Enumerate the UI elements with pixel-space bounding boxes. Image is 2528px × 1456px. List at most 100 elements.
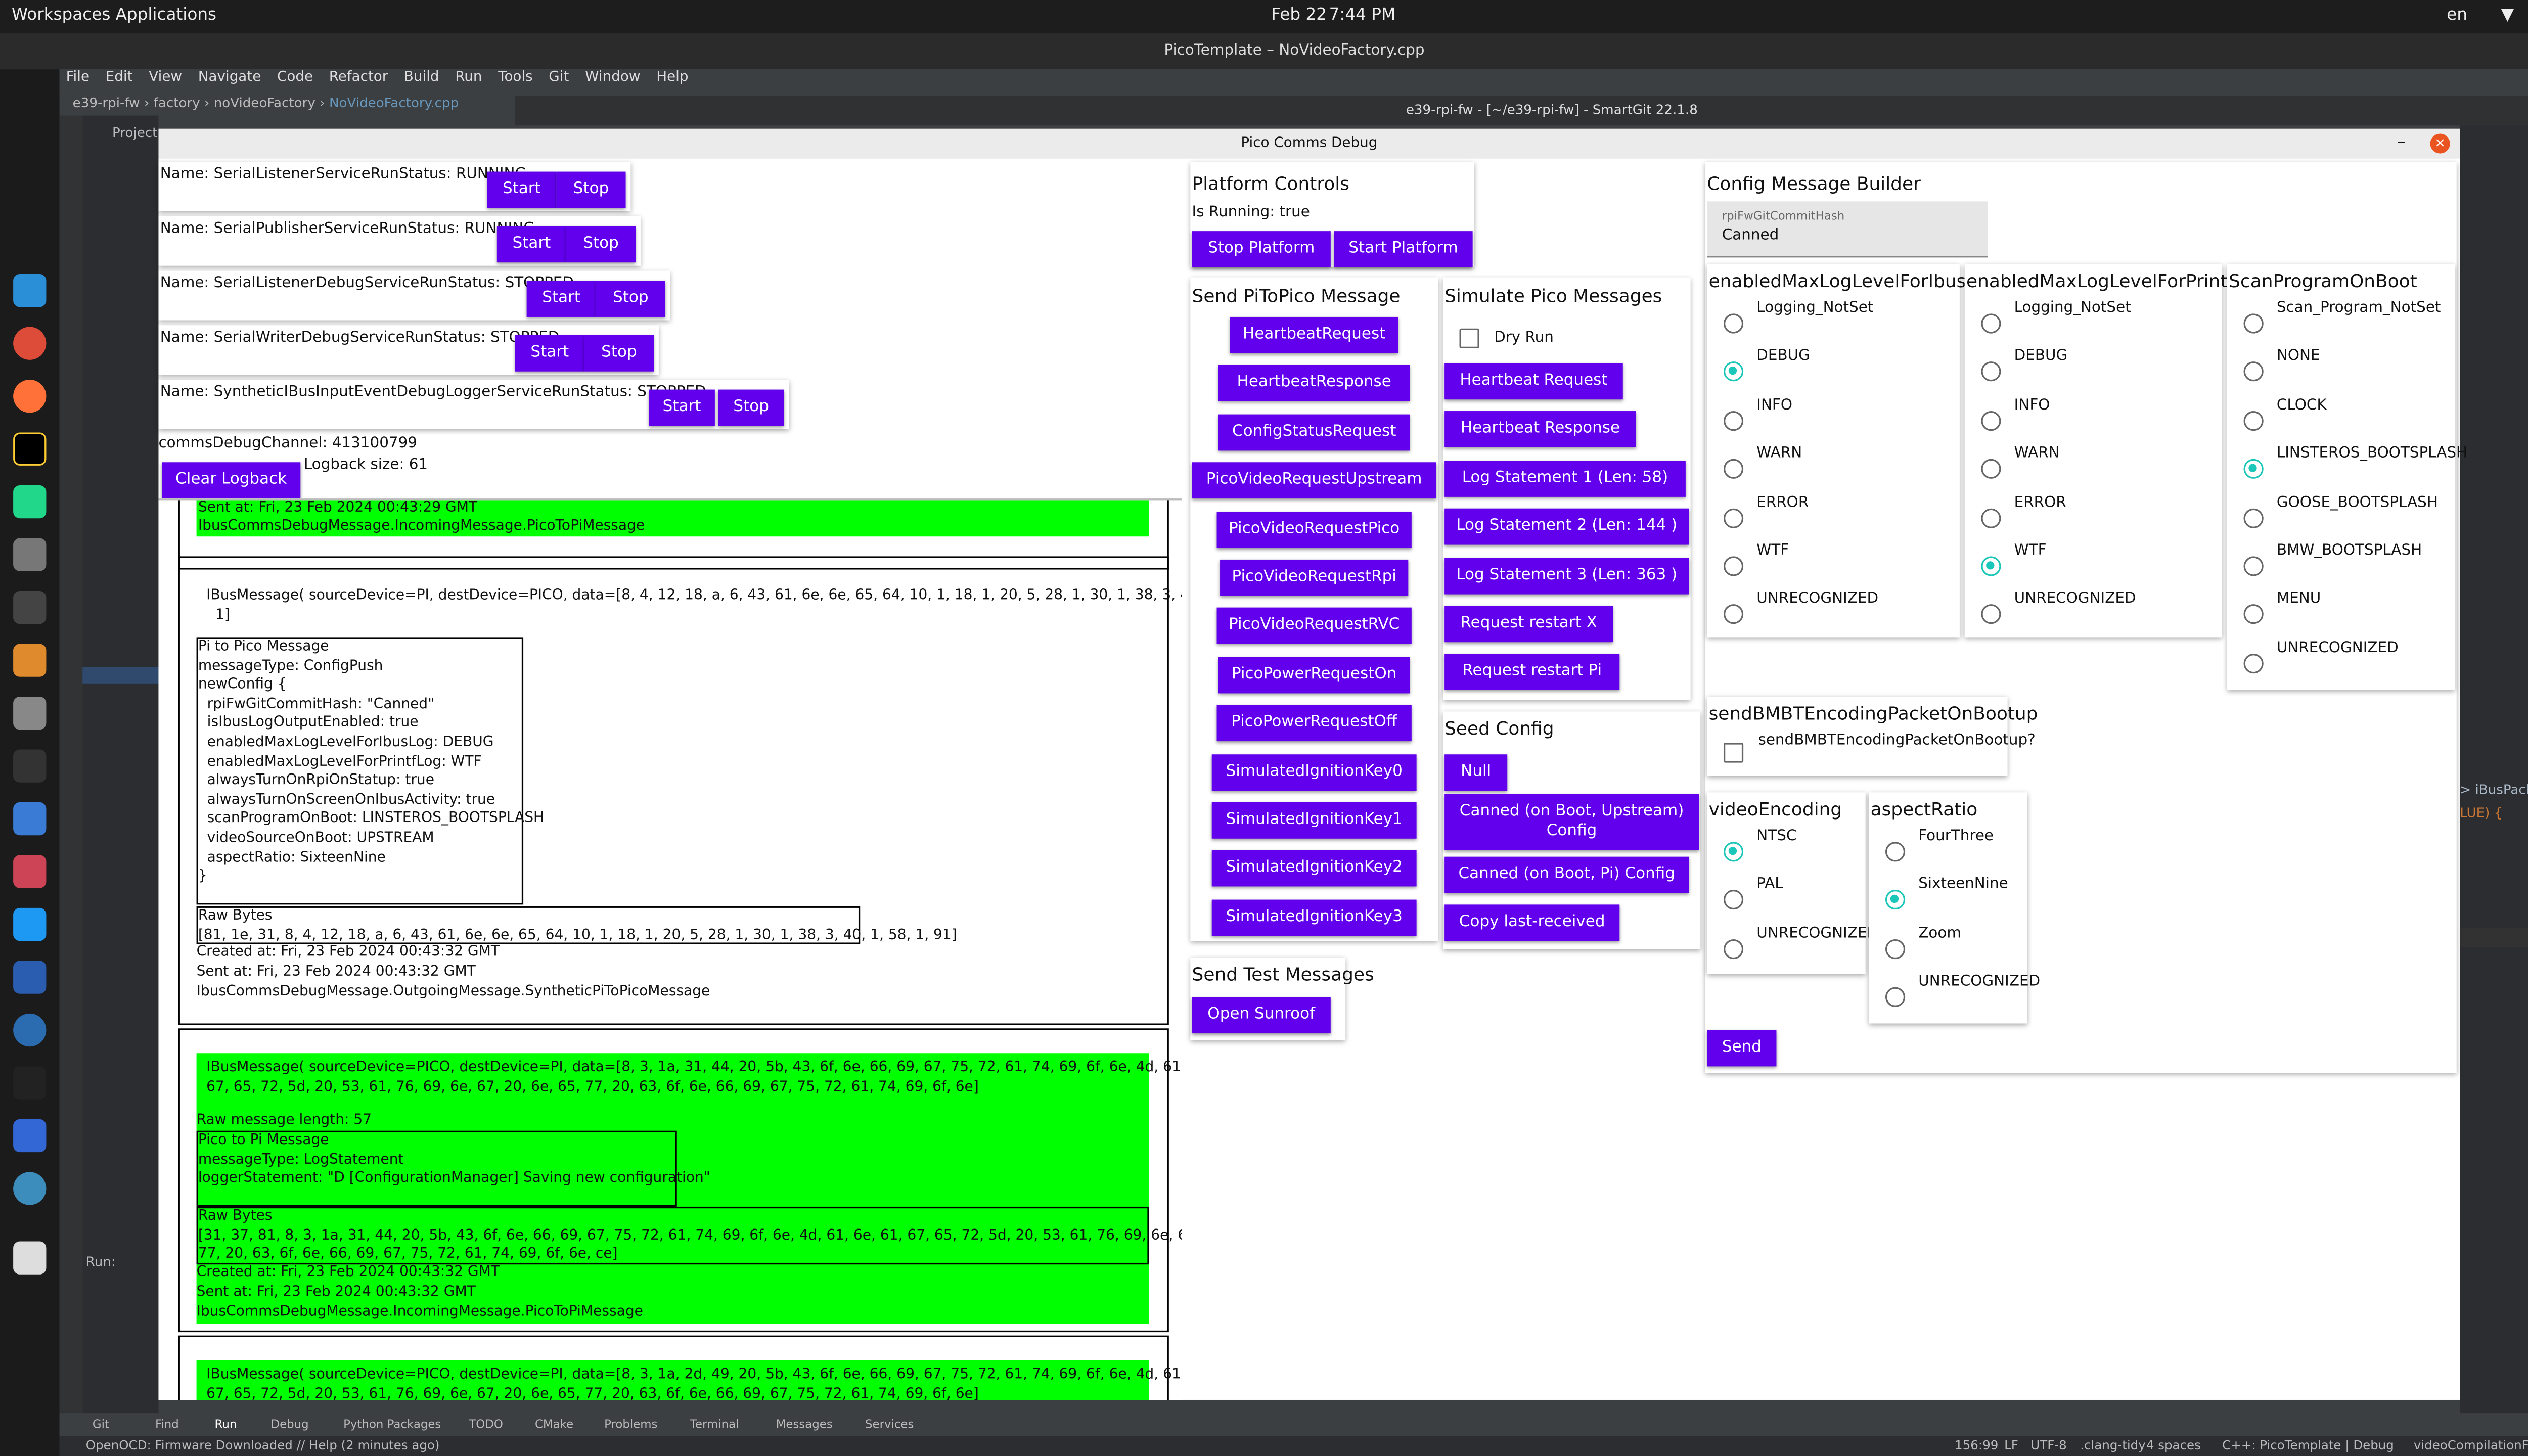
menu-help[interactable]: Help <box>656 69 688 86</box>
file-encoding[interactable]: UTF-8 <box>2030 1438 2066 1452</box>
files-icon[interactable] <box>13 538 47 571</box>
printf-log-radio-wtf[interactable] <box>1981 556 2001 576</box>
printf-log-radio-debug[interactable] <box>1981 362 2001 382</box>
tool-tab-cmake[interactable]: CMake <box>535 1418 573 1431</box>
service-start-button[interactable]: Start <box>515 335 584 372</box>
commit-hash-field[interactable]: rpiFwGitCommitHash Canned <box>1707 201 1988 258</box>
aspect-radio-unrecognized[interactable] <box>1885 987 1906 1008</box>
service-start-button[interactable]: Start <box>496 226 566 263</box>
ibus-log-radio-wtf[interactable] <box>1723 556 1744 576</box>
scan-radio-scan-program-notset[interactable] <box>2243 313 2264 334</box>
pitopico-picovideorequestupstream-button[interactable]: PicoVideoRequestUpstream <box>1192 462 1436 499</box>
scan-radio-menu[interactable] <box>2243 605 2264 625</box>
video-radio-ntsc[interactable] <box>1723 842 1744 862</box>
caret-position[interactable]: 156:99 <box>1955 1438 1998 1452</box>
ibus-log-radio-unrecognized[interactable] <box>1723 605 1744 625</box>
service-stop-button[interactable]: Stop <box>584 335 654 372</box>
send-config-button[interactable]: Send <box>1707 1030 1777 1067</box>
ibus-log-radio-warn[interactable] <box>1723 459 1744 479</box>
simulate-request-restart-x-button[interactable]: Request restart X <box>1444 606 1613 643</box>
chrome-icon[interactable] <box>13 327 47 360</box>
tool-tab-messages[interactable]: Messages <box>776 1418 833 1431</box>
simulate-heartbeat-request-button[interactable]: Heartbeat Request <box>1444 363 1623 400</box>
pitopico-configstatusrequest-button[interactable]: ConfigStatusRequest <box>1218 414 1410 450</box>
tool-tab-run[interactable]: Run <box>214 1418 237 1431</box>
printf-log-radio-unrecognized[interactable] <box>1981 605 2001 625</box>
status-message[interactable]: OpenOCD: Firmware Downloaded // Help (2 … <box>86 1438 440 1452</box>
open-sunroof-button[interactable]: Open Sunroof <box>1192 997 1331 1034</box>
tool-tab-terminal[interactable]: Terminal <box>690 1418 739 1431</box>
clock-time[interactable]: 7:44 PM <box>1329 7 1396 25</box>
logback-list[interactable]: Sent at: Fri, 23 Feb 2024 00:43:29 GMT I… <box>158 498 1182 1400</box>
search-app-icon[interactable] <box>13 274 47 307</box>
line-separator[interactable]: LF <box>2004 1438 2018 1452</box>
pitopico-picovideorequestpico-button[interactable]: PicoVideoRequestPico <box>1216 511 1412 548</box>
tool-tab-services[interactable]: Services <box>865 1418 914 1431</box>
ibus-log-radio-error[interactable] <box>1723 508 1744 528</box>
applications-menu[interactable]: Applications <box>116 7 216 25</box>
scan-radio-linsteros-bootsplash[interactable] <box>2243 459 2264 479</box>
menu-window[interactable]: Window <box>585 69 640 86</box>
terminal-app-icon[interactable] <box>13 590 47 624</box>
menu-tools[interactable]: Tools <box>498 69 532 86</box>
seed-canned-pi-button[interactable]: Canned (on Boot, Pi) Config <box>1444 856 1689 893</box>
tool-tab-debug[interactable]: Debug <box>271 1418 309 1431</box>
aspect-radio-zoom[interactable] <box>1885 939 1906 959</box>
service-start-button[interactable]: Start <box>649 389 715 426</box>
pitopico-picopowerrequeston-button[interactable]: PicoPowerRequestOn <box>1218 656 1410 693</box>
compilation-flag[interactable]: videoCompilationFlag <box>2414 1438 2528 1452</box>
start-platform-button[interactable]: Start Platform <box>1334 231 1473 267</box>
menu-edit[interactable]: Edit <box>106 69 133 86</box>
pitopico-picovideorequestrvc-button[interactable]: PicoVideoRequestRVC <box>1216 608 1412 645</box>
ibus-log-radio-debug[interactable] <box>1723 362 1744 382</box>
firefox-icon[interactable] <box>13 380 47 413</box>
simulate-request-restart-pi-button[interactable]: Request restart Pi <box>1444 654 1620 691</box>
service-stop-button[interactable]: Stop <box>596 281 665 317</box>
language-indicator[interactable]: en <box>2447 7 2467 25</box>
tool-tab-python-packages[interactable]: Python Packages <box>343 1418 441 1431</box>
inkscape-icon[interactable] <box>13 1241 47 1275</box>
tool-tab-find[interactable]: Find <box>155 1418 179 1431</box>
breadcrumb-factory[interactable]: factory <box>154 96 200 110</box>
simulate-log-statement-1-len-58-button[interactable]: Log Statement 1 (Len: 58) <box>1444 460 1686 497</box>
menu-file[interactable]: File <box>66 69 89 86</box>
pitopico-picopowerrequestoff-button[interactable]: PicoPowerRequestOff <box>1216 705 1412 742</box>
printf-log-radio-info[interactable] <box>1981 411 2001 431</box>
close-icon[interactable]: × <box>2430 133 2450 154</box>
indent-setting[interactable]: 4 spaces <box>2146 1438 2201 1452</box>
breadcrumb-novideofactory[interactable]: noVideoFactory <box>214 96 315 110</box>
service-stop-button[interactable]: Stop <box>718 389 785 426</box>
app-store-icon[interactable] <box>13 1013 47 1047</box>
software-icon[interactable] <box>13 644 47 677</box>
video-radio-unrecognized[interactable] <box>1723 939 1744 959</box>
breadcrumb-file[interactable]: NoVideoFactory.cpp <box>329 96 459 110</box>
tool-tab-git[interactable]: Git <box>93 1418 109 1431</box>
minimize-icon[interactable]: – <box>2397 129 2405 159</box>
console-icon[interactable] <box>13 1066 47 1100</box>
settings-icon[interactable] <box>13 696 47 730</box>
video-radio-pal[interactable] <box>1723 890 1744 911</box>
printf-log-radio-logging-notset[interactable] <box>1981 313 2001 334</box>
clear-logback-button[interactable]: Clear Logback <box>161 462 301 499</box>
scan-radio-goose-bootsplash[interactable] <box>2243 508 2264 528</box>
service-stop-button[interactable]: Stop <box>556 171 626 208</box>
clion-icon[interactable] <box>13 485 47 519</box>
simulate-log-statement-2-len-144-button[interactable]: Log Statement 2 (Len: 144 ) <box>1444 509 1689 545</box>
safari-icon[interactable] <box>13 1172 47 1205</box>
menu-code[interactable]: Code <box>277 69 313 86</box>
printf-log-radio-error[interactable] <box>1981 508 2001 528</box>
simulate-heartbeat-response-button[interactable]: Heartbeat Response <box>1444 412 1636 448</box>
scan-radio-bmw-bootsplash[interactable] <box>2243 556 2264 576</box>
intellij-icon[interactable] <box>13 432 47 466</box>
pitopico-heartbeatrequest-button[interactable]: HeartbeatRequest <box>1230 316 1398 353</box>
ibus-log-radio-info[interactable] <box>1723 411 1744 431</box>
pitopico-simulatedignitionkey1-button[interactable]: SimulatedIgnitionKey1 <box>1211 802 1417 839</box>
menu-view[interactable]: View <box>149 69 182 86</box>
remote-desktop-icon[interactable] <box>13 1119 47 1153</box>
seed-canned-upstream-button[interactable]: Canned (on Boot, Upstream) Config <box>1444 794 1699 850</box>
service-stop-button[interactable]: Stop <box>566 226 636 263</box>
printf-log-radio-warn[interactable] <box>1981 459 2001 479</box>
bmbt-encoding-checkbox[interactable] <box>1723 743 1744 763</box>
menu-refactor[interactable]: Refactor <box>329 69 388 86</box>
copy-last-received-button[interactable]: Copy last-received <box>1444 904 1620 941</box>
